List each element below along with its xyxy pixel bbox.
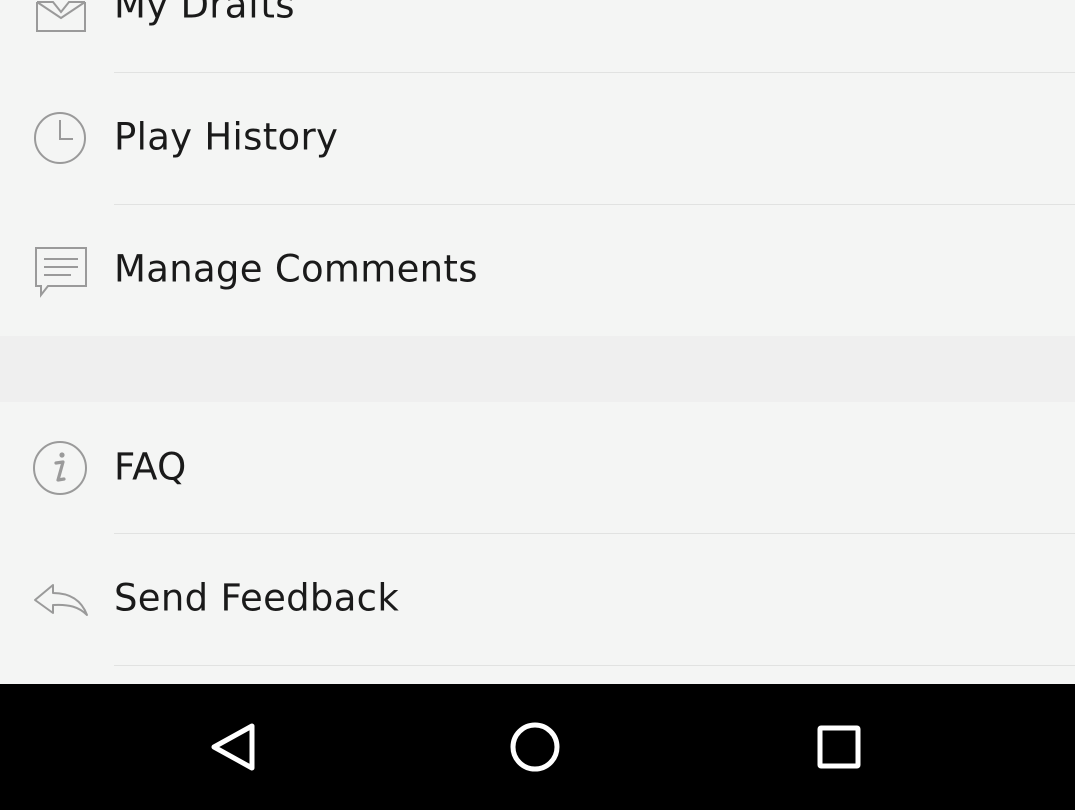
back-triangle-icon [190, 704, 276, 790]
navigation-bar [0, 684, 1075, 810]
clock-icon [31, 108, 91, 168]
divider [114, 665, 1075, 666]
comment-icon [31, 240, 91, 300]
home-button[interactable] [492, 704, 578, 790]
menu-item-my-drafts[interactable]: My Drafts [0, 0, 1075, 72]
settings-menu: My Drafts Play History Manage Comments F… [0, 0, 1075, 684]
inbox-tray-icon [31, 0, 91, 36]
recents-button[interactable] [796, 704, 882, 790]
menu-item-label: Manage Comments [114, 247, 478, 291]
menu-item-faq[interactable]: FAQ [0, 402, 1075, 534]
menu-item-label: Send Feedback [114, 576, 400, 620]
home-circle-icon [492, 704, 578, 790]
back-button[interactable] [190, 704, 276, 790]
menu-item-send-feedback[interactable]: Send Feedback [0, 533, 1075, 665]
recents-square-icon [796, 704, 882, 790]
reply-arrow-icon [31, 569, 91, 629]
menu-item-play-history[interactable]: Play History [0, 72, 1075, 204]
section-separator [0, 336, 1075, 402]
info-icon [31, 438, 91, 498]
menu-item-label: My Drafts [114, 0, 295, 27]
menu-item-label: FAQ [114, 445, 187, 489]
menu-item-label: Play History [114, 115, 339, 159]
menu-item-manage-comments[interactable]: Manage Comments [0, 204, 1075, 336]
